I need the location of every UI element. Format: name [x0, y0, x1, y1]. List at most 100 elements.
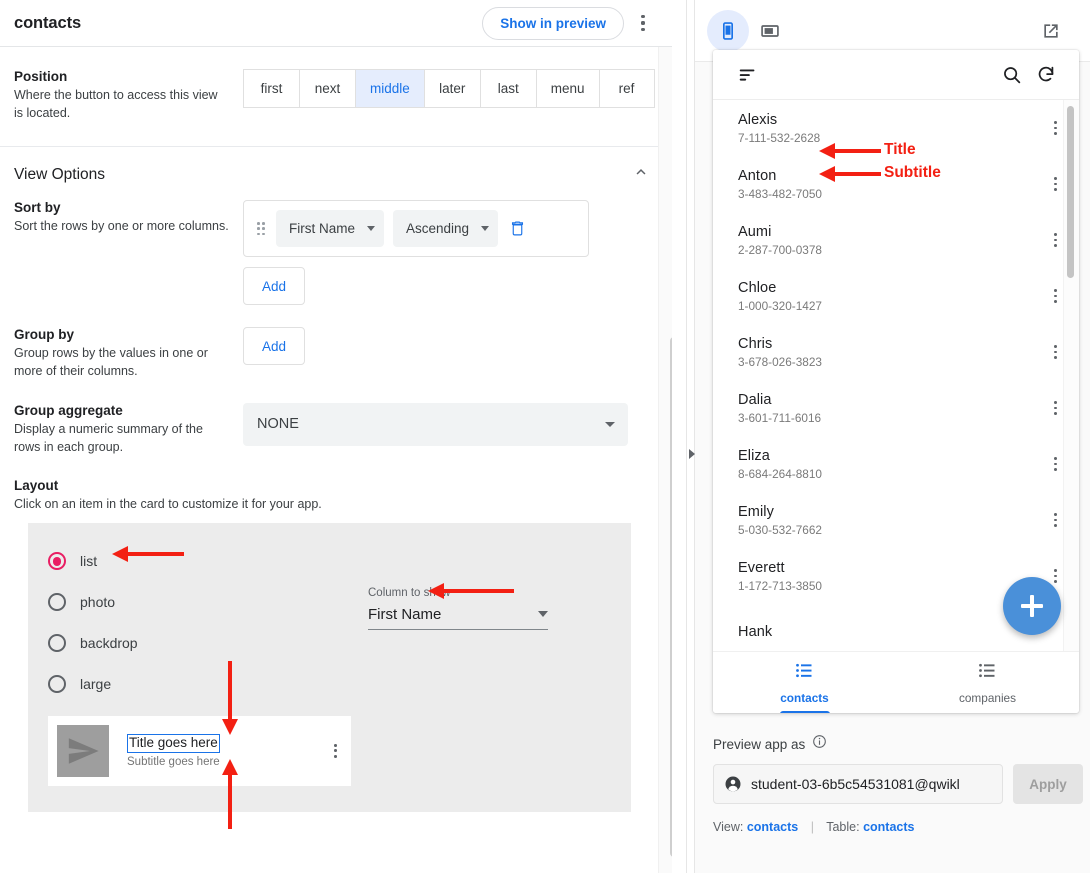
refresh-icon[interactable]	[1029, 58, 1063, 92]
column-to-show-value: First Name	[368, 605, 442, 623]
group-aggregate-value: NONE	[257, 416, 299, 432]
position-option-ref[interactable]: ref	[598, 69, 655, 108]
nav-tab-contacts[interactable]: contacts	[713, 652, 896, 713]
open-in-new-icon[interactable]	[1030, 10, 1072, 52]
view-link[interactable]: contacts	[747, 820, 798, 834]
layout-option-list-label: list	[80, 553, 98, 570]
position-option-middle[interactable]: middle	[355, 69, 424, 108]
contacts-list[interactable]: Alexis 7-111-532-2628 Anton 3-483-482-70…	[713, 100, 1079, 651]
search-icon[interactable]	[995, 58, 1029, 92]
card-subtitle-field[interactable]: Subtitle goes here	[127, 756, 334, 768]
panel-header: contacts Show in preview	[0, 0, 672, 47]
card-more-vert-icon[interactable]	[334, 744, 343, 758]
sort-filter-icon[interactable]	[731, 58, 765, 92]
phone-device-icon[interactable]	[707, 9, 749, 52]
sort-by-add-button[interactable]: Add	[243, 267, 305, 306]
list-bulleted-icon	[977, 660, 998, 686]
drag-handle-icon[interactable]	[255, 222, 267, 236]
more-vert-icon[interactable]	[628, 6, 658, 40]
radio-large-icon[interactable]	[48, 675, 66, 694]
preview-meta-row: View: contacts | Table: contacts	[713, 820, 1083, 834]
chevron-up-icon[interactable]	[632, 163, 650, 186]
contact-name: Anton	[738, 167, 777, 184]
sort-direction-select[interactable]: Ascending	[393, 210, 499, 248]
layout-card-preview: Title goes here Subtitle goes here	[48, 715, 351, 786]
group-aggregate-title: Group aggregate	[14, 402, 123, 418]
info-outline-icon[interactable]	[812, 734, 827, 754]
sort-column-value: First Name	[289, 221, 356, 237]
preview-app-as-section: Preview app as student-03-6b5c54531081@q…	[713, 734, 1083, 834]
table-link[interactable]: contacts	[863, 820, 914, 834]
position-option-first[interactable]: first	[243, 69, 299, 108]
list-item-text: Anton 3-483-482-7050	[738, 168, 822, 201]
contact-name: Everett	[738, 559, 785, 576]
send-paperplane-icon	[57, 724, 109, 777]
group-by-add-button[interactable]: Add	[243, 327, 305, 366]
left-panel-scroll-track[interactable]	[658, 47, 672, 873]
contact-name: Aumi	[738, 223, 772, 240]
sort-by-title: Sort by	[14, 200, 61, 216]
view-options-section-header[interactable]: View Options	[0, 147, 672, 200]
trash-icon[interactable]	[509, 220, 526, 237]
header-actions: Show in preview	[482, 6, 658, 40]
list-item-text: Emily 5-030-532-7662	[738, 504, 822, 537]
annotation-label-subtitle: Subtitle	[884, 164, 941, 181]
contact-name: Emily	[738, 503, 774, 520]
group-by-controls: Add	[243, 327, 658, 380]
layout-option-list[interactable]: list	[28, 541, 631, 582]
card-title-field[interactable]: Title goes here	[127, 733, 220, 753]
position-option-later[interactable]: later	[423, 69, 480, 108]
group-aggregate-select[interactable]: NONE	[243, 402, 628, 446]
column-to-show-control: Column to show First Name	[368, 587, 548, 630]
preview-app-as-input-row: student-03-6b5c54531081@qwikl Apply	[713, 764, 1083, 804]
show-in-preview-button[interactable]: Show in preview	[482, 6, 624, 40]
group-aggregate-setting: Group aggregate Display a numeric summar…	[0, 402, 672, 456]
list-item[interactable]: Emily 5-030-532-7662	[713, 492, 1079, 548]
group-by-setting: Group by Group rows by the values in one…	[0, 327, 672, 380]
tablet-device-icon[interactable]	[749, 10, 791, 52]
sort-by-controls: First Name Ascending Add	[243, 200, 658, 306]
contact-name: Dalia	[738, 391, 772, 408]
contact-name: Chloe	[738, 279, 777, 296]
radio-backdrop-icon[interactable]	[48, 634, 66, 653]
position-option-last[interactable]: last	[479, 69, 536, 108]
position-label-col: Position Where the button to access this…	[14, 69, 229, 122]
preview-user-email-value: student-03-6b5c54531081@qwikl	[751, 776, 960, 792]
list-item[interactable]: Chloe 1-000-320-1427	[713, 268, 1079, 324]
preview-user-email-field[interactable]: student-03-6b5c54531081@qwikl	[713, 764, 1003, 804]
nav-tab-companies[interactable]: companies	[896, 652, 1079, 713]
add-plus-icon[interactable]	[1003, 577, 1061, 635]
sort-direction-value: Ascending	[406, 221, 470, 237]
layout-setting: Layout Click on an item in the card to c…	[0, 478, 672, 829]
left-panel-scrollbar[interactable]	[670, 337, 672, 857]
contacts-scroll-track[interactable]	[1063, 100, 1079, 651]
position-option-menu[interactable]: menu	[535, 69, 599, 108]
phone-bottom-nav: contacts companies	[713, 651, 1079, 713]
contact-phone: 3-483-482-7050	[738, 186, 822, 201]
chevron-down-icon	[367, 226, 376, 232]
radio-list-icon[interactable]	[48, 552, 66, 571]
list-item[interactable]: Dalia 3-601-711-6016	[713, 380, 1079, 436]
chevron-down-icon	[538, 611, 548, 618]
contact-phone: 8-684-264-8810	[738, 466, 822, 481]
list-item-text: Chris 3-678-026-3823	[738, 336, 822, 369]
list-item[interactable]: Eliza 8-684-264-8810	[713, 436, 1079, 492]
contacts-scrollbar[interactable]	[1067, 106, 1074, 278]
group-aggregate-label-col: Group aggregate Display a numeric summar…	[14, 403, 229, 456]
preview-app-as-label: Preview app as	[713, 736, 806, 752]
apply-button[interactable]: Apply	[1013, 764, 1083, 804]
list-item[interactable]: Aumi 2-287-700-0378	[713, 212, 1079, 268]
nav-tab-companies-label: companies	[958, 691, 1017, 705]
column-to-show-select[interactable]: First Name	[368, 606, 548, 630]
position-setting: Position Where the button to access this…	[0, 47, 672, 148]
list-item-text: Everett 1-172-713-3850	[738, 560, 822, 593]
nav-tab-contacts-label: contacts	[780, 691, 829, 705]
list-item[interactable]: Chris 3-678-026-3823	[713, 324, 1079, 380]
sort-column-select[interactable]: First Name	[276, 210, 385, 248]
list-item-text: Dalia 3-601-711-6016	[738, 392, 821, 425]
position-option-next[interactable]: next	[299, 69, 355, 108]
chevron-down-icon	[481, 226, 490, 232]
nav-active-indicator	[779, 711, 830, 713]
layout-option-large[interactable]: large	[28, 664, 631, 705]
radio-photo-icon[interactable]	[48, 593, 66, 612]
